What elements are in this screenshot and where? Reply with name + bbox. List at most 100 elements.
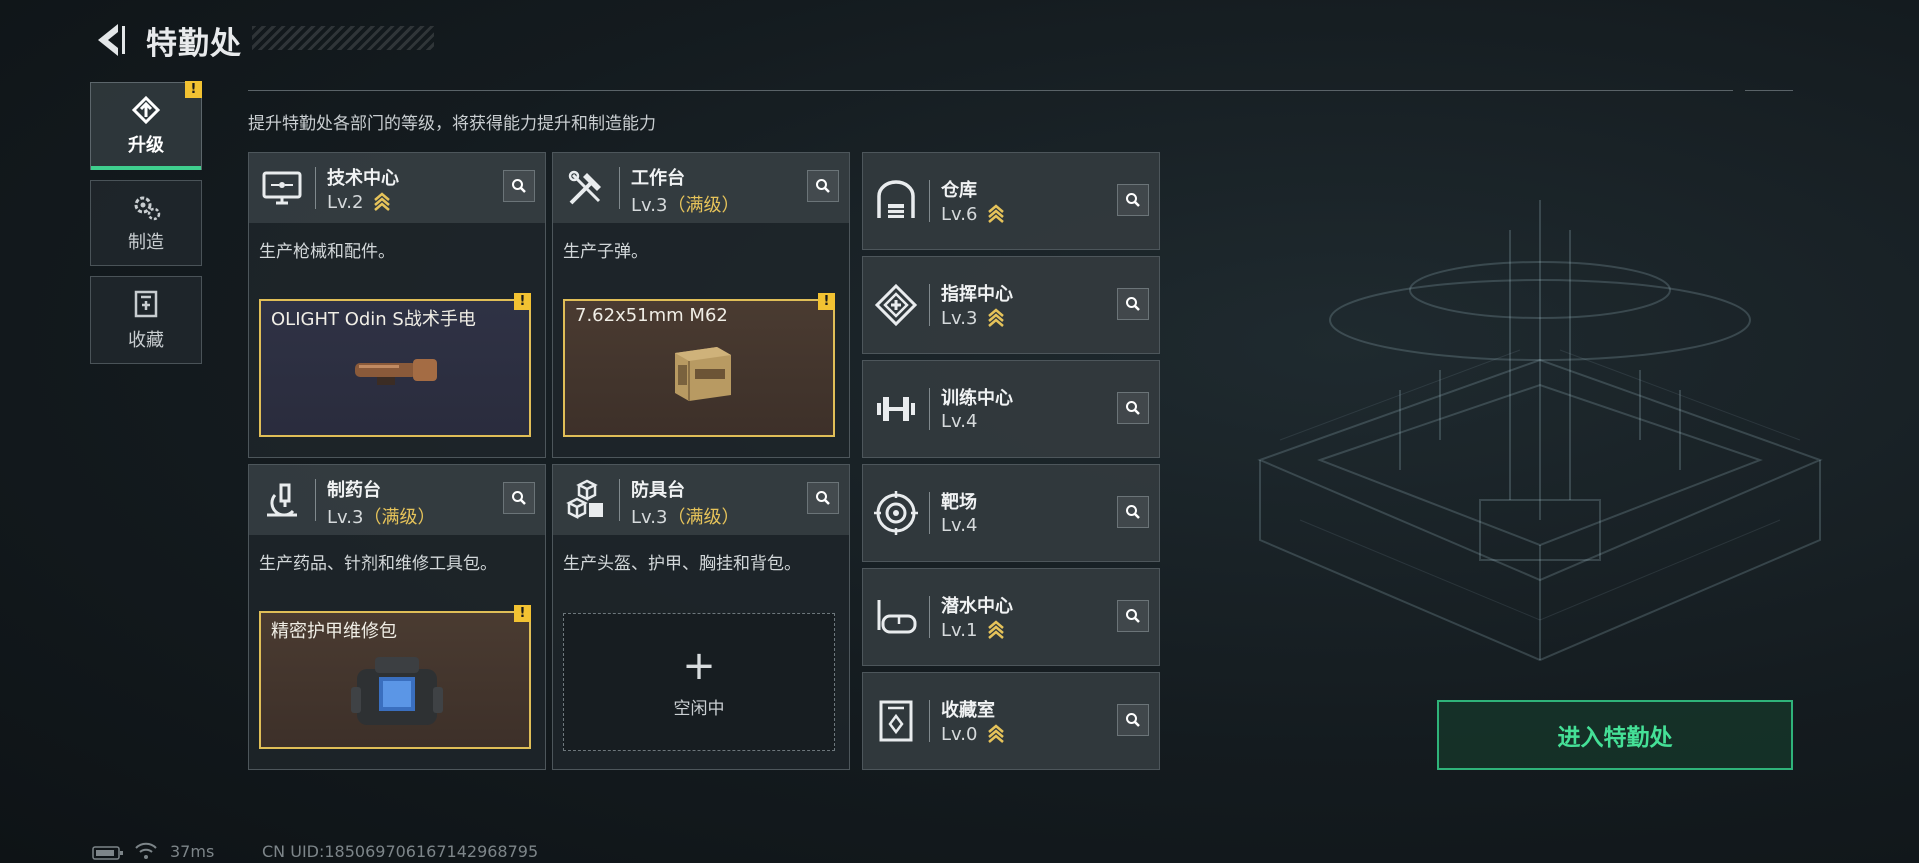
- card-header: 收藏室 Lv.0: [863, 673, 1159, 769]
- tab-upgrade-label: 升级: [128, 135, 164, 156]
- alert-badge: !: [514, 605, 531, 622]
- facility-name: 靶场: [941, 492, 977, 513]
- inspect-button[interactable]: [503, 170, 535, 202]
- diving-mask-icon: [877, 600, 917, 634]
- production-slot[interactable]: 7.62x51mm M62 !: [563, 293, 835, 437]
- separator: [315, 479, 316, 521]
- tab-collection[interactable]: 收藏: [90, 276, 202, 364]
- tab-collection-label: 收藏: [128, 330, 164, 351]
- workshop-level: Lv.3（满级）: [327, 503, 435, 529]
- level-text: Lv.6: [941, 204, 978, 225]
- blocks-icon: [566, 479, 603, 520]
- inspect-button[interactable]: [807, 482, 839, 514]
- level-text: Lv.1: [941, 620, 978, 641]
- back-button[interactable]: [88, 18, 128, 62]
- max-level-tag: （满级）: [667, 195, 740, 216]
- separator: [929, 596, 930, 638]
- separator: [315, 167, 316, 209]
- slot-item-name: OLIGHT Odin S战术手电: [271, 309, 476, 330]
- separator: [929, 284, 930, 326]
- card-header: 技术中心 Lv.2: [249, 153, 545, 223]
- inspect-button[interactable]: [1117, 392, 1149, 424]
- separator: [619, 167, 620, 209]
- repair-kit-item-image: [351, 657, 443, 725]
- workshop-name: 防具台: [631, 480, 685, 501]
- card-header: 靶场 Lv.4: [863, 465, 1159, 561]
- enter-special-ops-button[interactable]: 进入特勤处: [1437, 700, 1793, 770]
- empty-production-slot[interactable]: + 空闲中: [563, 613, 835, 751]
- workshop-description: 生产头盔、护甲、胸挂和背包。: [563, 554, 801, 574]
- level-text: Lv.2: [327, 192, 364, 213]
- monitor-icon: [262, 171, 302, 205]
- microscope-icon: [267, 483, 297, 517]
- facility-card-diving-center[interactable]: 潜水中心 Lv.1: [862, 568, 1160, 666]
- workshop-card-armor[interactable]: 防具台 Lv.3（满级） 生产头盔、护甲、胸挂和背包。 + 空闲中: [552, 464, 850, 770]
- search-icon: [1126, 609, 1140, 623]
- facility-card-shooting-range[interactable]: 靶场 Lv.4: [862, 464, 1160, 562]
- facility-name: 仓库: [941, 180, 977, 201]
- alert-badge: !: [185, 81, 202, 98]
- production-slot[interactable]: OLIGHT Odin S战术手电 !: [259, 293, 531, 437]
- card-header: 训练中心 Lv.4: [863, 361, 1159, 457]
- search-icon: [1126, 713, 1140, 727]
- workshop-card-tech-center[interactable]: 技术中心 Lv.2 生产枪械和配件。 OLIGHT Odin S战术手电 !: [248, 152, 546, 458]
- separator: [929, 492, 930, 534]
- search-icon: [512, 179, 526, 193]
- workshop-description: 生产枪械和配件。: [259, 242, 395, 262]
- section-subtitle: 提升特勤处各部门的等级，将获得能力提升和制造能力: [248, 114, 656, 134]
- workshop-name: 工作台: [631, 168, 685, 189]
- title-decoration: [252, 26, 434, 50]
- search-icon: [512, 491, 526, 505]
- facility-level: Lv.6: [941, 203, 1005, 225]
- alert-badge: !: [818, 293, 835, 310]
- tab-craft[interactable]: 制造: [90, 180, 202, 266]
- workshop-card-workbench[interactable]: 工作台 Lv.3（满级） 生产子弹。 7.62x51mm M62 !: [552, 152, 850, 458]
- separator: [929, 388, 930, 430]
- upgrade-chevron-icon: [374, 192, 391, 211]
- max-level-tag: （满级）: [667, 507, 740, 528]
- inspect-button[interactable]: [1117, 704, 1149, 736]
- card-header: 防具台 Lv.3（满级）: [553, 465, 849, 535]
- search-icon: [1126, 297, 1140, 311]
- inspect-button[interactable]: [1117, 600, 1149, 632]
- inspect-button[interactable]: [1117, 184, 1149, 216]
- inspect-button[interactable]: [1117, 288, 1149, 320]
- upgrade-chevron-icon: [988, 620, 1005, 639]
- wifi-icon: [135, 842, 157, 859]
- workshop-description: 生产药品、针剂和维修工具包。: [259, 554, 497, 574]
- facility-card-command-center[interactable]: 指挥中心 Lv.3: [862, 256, 1160, 354]
- facility-card-training-center[interactable]: 训练中心 Lv.4: [862, 360, 1160, 458]
- level-text: Lv.4: [941, 515, 978, 536]
- alert-badge: !: [514, 293, 531, 310]
- search-icon: [1126, 193, 1140, 207]
- divider: [1745, 90, 1793, 91]
- facility-card-collection-room[interactable]: 收藏室 Lv.0: [862, 672, 1160, 770]
- separator: [929, 700, 930, 742]
- upgrade-chevron-icon: [988, 724, 1005, 743]
- facility-level: Lv.0: [941, 723, 1005, 745]
- production-slot[interactable]: 精密护甲维修包 !: [259, 605, 531, 749]
- tab-upgrade[interactable]: 升级 !: [90, 81, 202, 170]
- facility-card-warehouse[interactable]: 仓库 Lv.6: [862, 152, 1160, 250]
- level-text: Lv.3: [941, 308, 978, 329]
- dumbbell-icon: [877, 397, 915, 421]
- workshop-level: Lv.2: [327, 191, 391, 213]
- level-text: Lv.3: [631, 195, 668, 216]
- card-header: 潜水中心 Lv.1: [863, 569, 1159, 665]
- inspect-button[interactable]: [503, 482, 535, 514]
- slot-item-name: 精密护甲维修包: [271, 621, 397, 642]
- facility-name: 指挥中心: [941, 284, 1013, 305]
- gears-icon: [134, 196, 161, 221]
- workshop-level: Lv.3（满级）: [631, 191, 739, 217]
- facility-name: 训练中心: [941, 388, 1013, 409]
- upgrade-icon: [131, 95, 161, 125]
- card-header: 制药台 Lv.3（满级）: [249, 465, 545, 535]
- search-icon: [816, 179, 830, 193]
- workshop-card-pharmacy[interactable]: 制药台 Lv.3（满级） 生产药品、针剂和维修工具包。 精密护甲维修包 !: [248, 464, 546, 770]
- facility-level: Lv.4: [941, 515, 977, 536]
- level-text: Lv.3: [631, 507, 668, 528]
- facility-level: Lv.4: [941, 411, 977, 432]
- inspect-button[interactable]: [1117, 496, 1149, 528]
- inspect-button[interactable]: [807, 170, 839, 202]
- divider: [248, 90, 1733, 91]
